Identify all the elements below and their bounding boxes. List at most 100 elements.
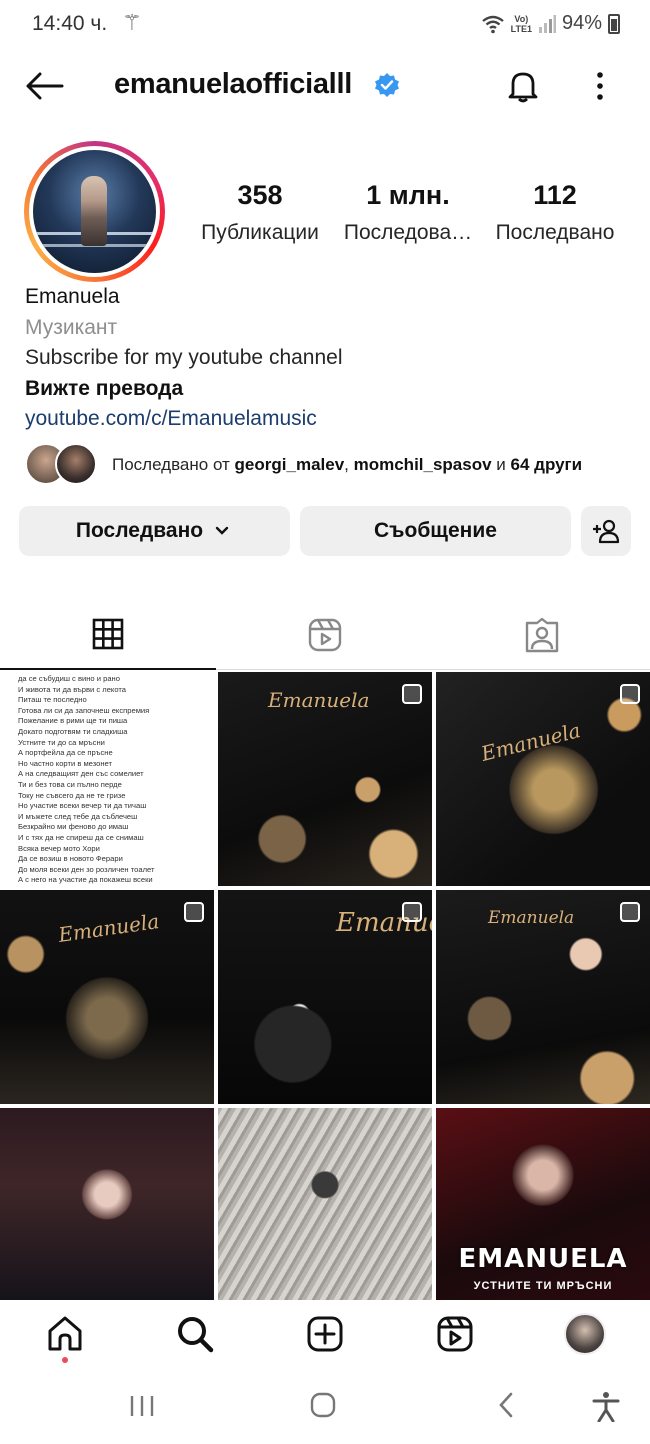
- profile-name: Emanuela: [25, 285, 120, 308]
- stat-following[interactable]: 112 Последвано: [490, 180, 620, 245]
- profile-avatar: [33, 150, 156, 273]
- bell-icon[interactable]: [505, 68, 541, 104]
- tab-posts-grid[interactable]: [0, 600, 216, 670]
- separator: ,: [344, 455, 354, 474]
- lyrics-text: да се събудиш с вино и рано И живота ти д…: [18, 674, 196, 886]
- profile-bio: Emanuela Музикант Subscribe for my youtu…: [25, 282, 343, 435]
- post-script-text: Emanuela: [478, 718, 583, 766]
- lyrics-line: А на следващият ден със сомелиет: [18, 769, 144, 779]
- follower-avatar: [55, 443, 97, 485]
- lyrics-line: И живота ти да върви с лекота: [18, 684, 126, 694]
- lyrics-line: И с тях да не спиреш да се снимаш: [18, 832, 144, 842]
- others-count[interactable]: 64 други: [511, 455, 583, 474]
- wifi-icon: [481, 15, 504, 33]
- tagged-icon: [525, 617, 559, 653]
- post-thumbnail[interactable]: Emanuela: [218, 672, 432, 886]
- multi-photo-icon: [620, 684, 640, 704]
- lyrics-line: Безкрайно ми феново до имаш: [18, 822, 129, 832]
- add-user-icon: [593, 519, 620, 544]
- posts-grid: да се събудиш с вино и рано И живота ти д…: [0, 672, 650, 1300]
- battery-icon: [608, 13, 620, 34]
- notification-dot: [62, 1357, 68, 1363]
- recents-icon[interactable]: [128, 1390, 156, 1420]
- profile-header: emanuelaofficialll: [0, 56, 650, 116]
- stat-followers[interactable]: 1 млн. Последова…: [340, 180, 476, 245]
- nav-new-post[interactable]: [303, 1312, 347, 1356]
- lyrics-line: Питаш те последно: [18, 695, 87, 705]
- lyrics-line: И мъжете след тебе да съблечеш: [18, 811, 138, 821]
- signal-icon: [538, 14, 556, 33]
- lyrics-line: Докато подготвям ти сладкиша: [18, 726, 128, 736]
- followed-by[interactable]: Последвано от georgi_malev, momchil_spas…: [25, 443, 635, 487]
- cover-title: EMANUELA: [458, 1244, 628, 1274]
- lyrics-line: Устните ти до са мръсни: [18, 737, 105, 747]
- multi-photo-icon: [402, 684, 422, 704]
- follower-username[interactable]: georgi_malev: [235, 455, 345, 474]
- post-thumbnail[interactable]: [218, 1108, 432, 1300]
- bio-text: Subscribe for my youtube channel: [25, 346, 343, 369]
- multi-photo-icon: [184, 902, 204, 922]
- lyrics-line: Пожелание в рими ще ти пиша: [18, 716, 128, 726]
- status-right: Vo) LTE1 94%: [481, 12, 620, 35]
- stat-value: 358: [237, 180, 283, 210]
- reels-icon: [308, 618, 342, 652]
- status-bar: 14:40 ч. ⚚ Vo) LTE1 94%: [0, 0, 650, 48]
- post-script-text: Emanuela: [56, 909, 161, 947]
- lyrics-line: А портфейла да се пръсне: [18, 748, 113, 758]
- post-thumbnail[interactable]: Emanuela: [0, 890, 214, 1104]
- tab-tagged[interactable]: [434, 600, 650, 670]
- tab-reels[interactable]: [217, 600, 433, 670]
- post-thumbnail[interactable]: [0, 1108, 214, 1300]
- back-chevron-icon[interactable]: [492, 1390, 520, 1420]
- back-arrow-icon[interactable]: [24, 70, 64, 102]
- nav-profile[interactable]: [563, 1312, 607, 1356]
- post-lyrics[interactable]: да се събудиш с вино и рано И живота ти д…: [0, 672, 214, 886]
- nav-home[interactable]: [43, 1312, 87, 1356]
- stat-label: Последвано: [495, 221, 615, 244]
- follower-username[interactable]: momchil_spasov: [354, 455, 492, 474]
- more-vertical-icon[interactable]: [588, 68, 612, 104]
- bottom-nav: [0, 1300, 650, 1370]
- followed-prefix: Последвано от: [112, 455, 235, 474]
- lyrics-line: Готова ли си да започнеш експремия: [18, 705, 150, 715]
- suggested-users-button[interactable]: [581, 506, 631, 556]
- profile-tabs: [0, 600, 650, 670]
- lyrics-line: Но участие всеки вечер ти да тичаш: [18, 801, 147, 811]
- story-avatar-ring[interactable]: [24, 141, 165, 282]
- profile-website-link[interactable]: youtube.com/c/Emanuelamusic: [25, 404, 343, 435]
- avatar-figure: [81, 176, 107, 246]
- post-thumbnail[interactable]: Emanuela: [436, 890, 650, 1104]
- profile-username: emanuelaofficialll: [114, 68, 352, 100]
- following-button[interactable]: Последвано: [19, 506, 290, 556]
- lyrics-line: Току не съвсего да не те гризе: [18, 790, 126, 800]
- conjunction: и: [491, 455, 511, 474]
- lyrics-line: А с него на участие да покажеш всеки: [18, 875, 153, 885]
- reels-icon: [437, 1316, 473, 1352]
- multi-photo-icon: [402, 902, 422, 922]
- system-navigation-bar: [0, 1370, 650, 1444]
- see-translation-link[interactable]: Вижте превода: [25, 374, 343, 405]
- post-thumbnail[interactable]: Emanuela: [436, 672, 650, 886]
- post-script-text: Emanuela: [268, 688, 370, 712]
- accessibility-icon[interactable]: [590, 1390, 622, 1422]
- post-thumbnail[interactable]: EMANUELA УСТНИТЕ ТИ МРЪСНИ: [436, 1108, 650, 1300]
- stat-posts[interactable]: 358 Публикации: [196, 180, 324, 245]
- stat-label: Последова…: [343, 221, 473, 244]
- nav-search[interactable]: [173, 1312, 217, 1356]
- lyrics-line: Да се возиш в новото Ферари: [18, 854, 123, 864]
- post-thumbnail[interactable]: Emanuela: [218, 890, 432, 1104]
- new-post-icon: [307, 1316, 343, 1352]
- home-circle-icon[interactable]: [308, 1390, 338, 1420]
- multi-photo-icon: [620, 902, 640, 922]
- avatar-border: [29, 146, 160, 277]
- following-label: Последвано: [75, 519, 204, 542]
- post-script-text: Emanuela: [488, 908, 575, 928]
- lyrics-line: До моля всеки ден зо розличен тоалет: [18, 864, 155, 874]
- nav-reels[interactable]: [433, 1312, 477, 1356]
- magic-wand-icon: ⚚: [122, 10, 142, 35]
- search-icon: [178, 1317, 214, 1353]
- lyrics-line: Но частно корти в мезонет: [18, 758, 112, 768]
- message-button[interactable]: Съобщение: [300, 506, 571, 556]
- stat-value: 112: [533, 180, 577, 210]
- battery-percent: 94%: [561, 12, 602, 34]
